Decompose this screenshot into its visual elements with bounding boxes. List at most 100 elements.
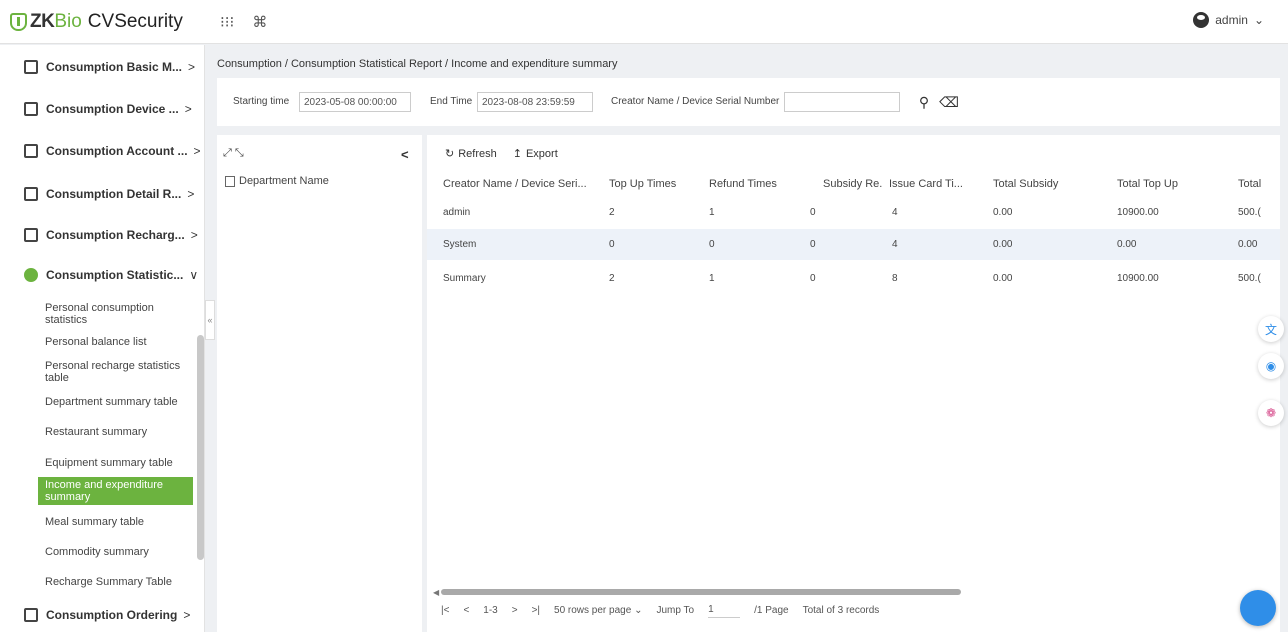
table-cell: 500.(	[1238, 273, 1261, 284]
sidebar-scrollbar[interactable]	[197, 335, 204, 560]
chevron-down-icon: ⌄	[1253, 13, 1264, 27]
sidebar-item-detail[interactable]: Consumption Detail R... >	[0, 172, 205, 216]
sidebar-subitem[interactable]: Personal recharge statistics table	[38, 357, 193, 387]
column-header[interactable]: Creator Name / Device Seri...	[443, 173, 595, 195]
sidebar-subitem[interactable]: Equipment summary table	[38, 454, 193, 472]
tree-node-root[interactable]: Department Name	[225, 175, 329, 187]
scrollbar-thumb[interactable]	[441, 589, 961, 595]
basic-settings-icon	[24, 60, 38, 74]
help-button[interactable]	[1240, 590, 1276, 626]
table-cell: 0.00	[993, 239, 1013, 250]
ordering-icon	[24, 608, 38, 622]
jump-page-input[interactable]	[708, 602, 741, 618]
sidebar-subitem[interactable]: Personal balance list	[38, 333, 193, 351]
refresh-button[interactable]: ↻ Refresh	[445, 147, 497, 160]
sidebar-item-ordering[interactable]: Consumption Ordering >	[0, 598, 205, 632]
table-cell: 1	[709, 207, 715, 218]
table-cell: 0.00	[1117, 239, 1137, 250]
expand-collapse-icon[interactable]: ⤢ ⤡	[223, 147, 244, 160]
tree-node-label: Department Name	[239, 175, 329, 187]
account-icon	[24, 144, 38, 158]
export-icon: ↥	[512, 148, 522, 160]
device-icon	[24, 102, 38, 116]
brand-logo[interactable]: ZK Bio CVSecurity	[10, 8, 183, 36]
table-cell: 0.00	[993, 273, 1013, 284]
table-cell: admin	[443, 207, 471, 218]
sidebar-collapse-button[interactable]: «	[205, 300, 215, 340]
sidebar-item-label: Consumption Statistic...	[46, 268, 184, 282]
table-row[interactable]: admin 2 1 0 4 0.00 10900.00 500.(	[427, 197, 1280, 228]
column-header[interactable]: Top Up Times	[609, 173, 689, 195]
table-cell: 0.00	[1238, 239, 1258, 250]
sidebar-item-label: Consumption Ordering	[46, 608, 178, 622]
table-cell: Summary	[443, 273, 486, 284]
chevron-down-icon: ∨	[189, 268, 199, 282]
sidebar-item-recharge[interactable]: Consumption Recharg... >	[0, 213, 205, 257]
chevron-right-icon: >	[184, 102, 192, 116]
chevron-right-icon: >	[187, 187, 195, 201]
column-header[interactable]: Total Top Up	[1117, 173, 1207, 195]
statistics-submenu: Personal consumption statistics Personal…	[0, 297, 205, 595]
sidebar-subitem[interactable]: Department summary table	[38, 393, 193, 411]
table-cell: 2	[609, 273, 615, 284]
creator-input[interactable]	[784, 92, 900, 112]
creator-label: Creator Name / Device Serial Number	[611, 96, 780, 107]
recharge-icon	[24, 228, 38, 242]
chevron-right-icon: >	[193, 144, 201, 158]
brand-prefix: ZK	[30, 11, 55, 32]
table-cell: 8	[892, 273, 898, 284]
sidebar-subitem-active[interactable]: Income and expenditure summary	[38, 477, 193, 505]
horizontal-scrollbar[interactable]: ◀	[433, 588, 1273, 597]
chevron-down-icon: ⌄	[634, 604, 643, 616]
command-icon[interactable]: ⌘	[252, 13, 267, 31]
page-range: 1-3	[483, 604, 498, 616]
grid-icon[interactable]: ⁝⁝⁝	[220, 13, 234, 31]
last-page-button[interactable]: >|	[532, 605, 540, 616]
end-time-input[interactable]	[477, 92, 593, 112]
sidebar-item-basic[interactable]: Consumption Basic M... >	[0, 45, 205, 89]
sidebar-subitem[interactable]: Meal summary table	[38, 513, 193, 531]
start-time-input[interactable]	[299, 92, 411, 112]
sidebar: Consumption Basic M... > Consumption Dev…	[0, 45, 205, 632]
column-header[interactable]: Issue Card Ti...	[889, 173, 965, 195]
column-header[interactable]: Subsidy Re...	[823, 173, 883, 195]
clear-icon[interactable]: ⌫	[939, 91, 959, 113]
department-tree-panel: ⤢ ⤡ < Department Name	[217, 135, 422, 632]
user-menu[interactable]: admin ⌄	[1193, 12, 1264, 28]
rows-per-page-select[interactable]: 50 rows per page ⌄	[554, 605, 642, 616]
top-bar: ZK Bio CVSecurity ⁝⁝⁝ ⌘ admin ⌄	[0, 0, 1288, 44]
column-header[interactable]: Total Subsidy	[993, 173, 1083, 195]
table-row[interactable]: System 0 0 0 4 0.00 0.00 0.00	[427, 229, 1280, 260]
scroll-left-icon[interactable]: ◀	[433, 588, 439, 597]
table-cell: System	[443, 239, 477, 250]
table-header: Creator Name / Device Seri... Top Up Tim…	[427, 173, 1280, 195]
table-cell: 0.00	[993, 207, 1013, 218]
end-time-label: End Time	[430, 96, 473, 107]
collapse-panel-button[interactable]: <	[401, 147, 409, 162]
refresh-label: Refresh	[458, 148, 497, 160]
first-page-button[interactable]: |<	[441, 605, 449, 616]
column-header[interactable]: Refund Times	[709, 173, 789, 195]
sidebar-subitem[interactable]: Commodity summary	[38, 543, 193, 561]
sidebar-item-device[interactable]: Consumption Device ... >	[0, 87, 205, 131]
sidebar-subitem[interactable]: Recharge Summary Table	[38, 573, 193, 591]
translate-icon[interactable]: 文	[1258, 316, 1284, 342]
next-page-button[interactable]: >	[512, 605, 518, 616]
table-cell: 0	[709, 239, 715, 250]
sidebar-item-statistics[interactable]: Consumption Statistic... ∨	[0, 253, 205, 297]
table-row[interactable]: Summary 2 1 0 8 0.00 10900.00 500.(	[427, 263, 1280, 294]
table-cell: 0	[810, 239, 816, 250]
export-button[interactable]: ↥ Export	[513, 147, 558, 160]
sidebar-subitem[interactable]: Restaurant summary	[38, 423, 193, 441]
column-header[interactable]: Total	[1238, 173, 1278, 195]
export-label: Export	[525, 148, 558, 160]
chat-bot-icon[interactable]: ◉	[1258, 353, 1284, 379]
brain-icon[interactable]: ❁	[1258, 400, 1284, 426]
sidebar-item-label: Consumption Account ...	[46, 144, 188, 158]
prev-page-button[interactable]: <	[463, 605, 469, 616]
table-cell: 4	[892, 239, 898, 250]
sidebar-subitem[interactable]: Personal consumption statistics	[38, 299, 193, 329]
breadcrumb: Consumption / Consumption Statistical Re…	[217, 58, 618, 70]
sidebar-item-account[interactable]: Consumption Account ... >	[0, 129, 205, 173]
search-icon[interactable]: ⚲	[914, 91, 934, 113]
